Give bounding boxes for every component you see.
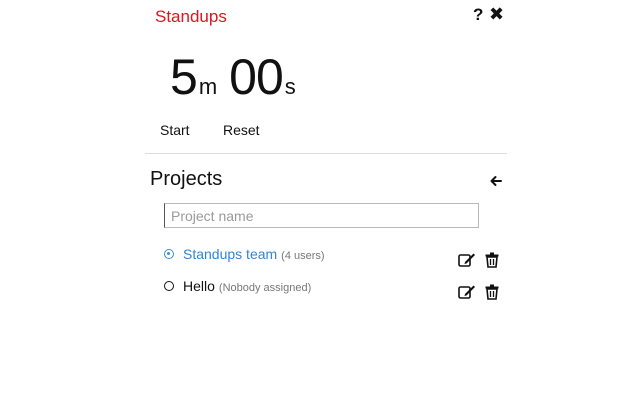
radio-icon[interactable]: [164, 249, 174, 259]
edit-icon[interactable]: [458, 284, 476, 305]
trash-icon[interactable]: [485, 252, 499, 273]
timer-seconds: 00: [229, 49, 284, 105]
help-icon[interactable]: ?: [473, 5, 483, 25]
start-button[interactable]: Start: [160, 122, 190, 138]
timer-minutes: 5: [170, 49, 198, 105]
reset-button[interactable]: Reset: [223, 122, 260, 138]
timer-minutes-unit: m: [198, 74, 218, 99]
projects-heading: Projects: [150, 168, 223, 190]
back-arrow-icon[interactable]: [490, 174, 502, 190]
project-item-hello[interactable]: Hello (Nobody assigned): [164, 278, 504, 300]
project-name: Hello (Nobody assigned): [183, 278, 311, 294]
timer-seconds-unit: s: [284, 74, 296, 99]
project-name-text: Hello: [183, 278, 215, 294]
divider: [145, 153, 507, 154]
project-meta: (4 users): [281, 250, 325, 262]
project-item-standups-team[interactable]: Standups team (4 users): [164, 246, 504, 268]
timer-display: 5m 00s: [170, 48, 296, 106]
project-name-text: Standups team: [183, 246, 278, 262]
close-icon[interactable]: ✖: [489, 4, 504, 25]
app-title: Standups: [155, 7, 227, 26]
trash-icon[interactable]: [485, 284, 499, 305]
project-name: Standups team (4 users): [183, 246, 325, 262]
edit-icon[interactable]: [458, 252, 476, 273]
project-name-input[interactable]: [164, 203, 479, 228]
back-arrow-icon-svg: [490, 176, 502, 186]
radio-icon[interactable]: [164, 281, 174, 291]
standups-panel: Standups ? ✖ 5m 00s Start Reset Projects …: [145, 0, 507, 400]
project-meta: (Nobody assigned): [218, 282, 312, 294]
